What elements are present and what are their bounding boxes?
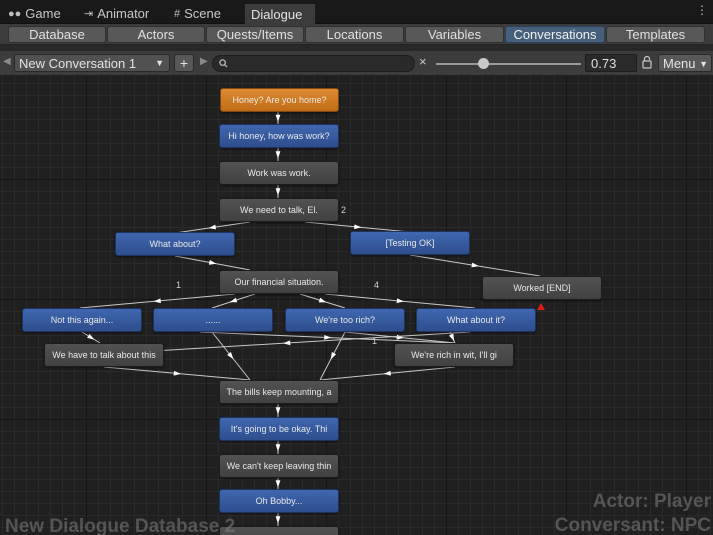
link-arrow-icon <box>87 333 95 340</box>
tab-label: Dialogue <box>251 6 303 22</box>
dialogue-node[interactable]: We need to talk, El. <box>219 198 339 222</box>
link-arrow-icon <box>275 188 281 196</box>
gamepad-icon: ●● <box>8 7 22 20</box>
conversation-select-value: New Conversation 1 <box>19 55 137 71</box>
toolbar-quests-button[interactable]: Quests/Items <box>206 26 304 43</box>
dialogue-node[interactable]: Our financial situation. <box>219 270 339 294</box>
chevron-down-icon: ▼ <box>155 58 164 68</box>
conversation-select[interactable]: New Conversation 1 ▼ <box>14 54 170 72</box>
chevron-down-icon: ▼ <box>699 59 708 69</box>
dialogue-node[interactable]: We have to talk about this <box>44 343 164 367</box>
link-arrow-icon <box>354 224 362 230</box>
link-arrow-icon <box>173 370 181 376</box>
link-arrow-icon <box>229 297 238 303</box>
grid-icon: # <box>174 7 181 20</box>
conversant-label: Conversant: NPC <box>554 515 711 535</box>
link-arrow-icon <box>275 407 281 415</box>
link-arrow-icon <box>275 444 281 452</box>
dialogue-node[interactable]: Hi honey, how was work? <box>219 124 339 148</box>
search-icon <box>219 59 228 68</box>
link-arrow-icon <box>153 298 161 304</box>
link-arrow-icon <box>396 298 404 304</box>
search-input[interactable] <box>212 55 415 72</box>
link-arrow-icon <box>208 260 217 265</box>
warning-icon <box>537 303 545 310</box>
database-name-label: New Dialogue Database 2 <box>5 516 236 535</box>
tab-label: Animator <box>97 6 150 21</box>
zoom-field[interactable]: 0.73 <box>585 54 637 72</box>
dialogue-node[interactable]: Honey? Are you home? <box>220 88 339 112</box>
dialogue-node[interactable]: It's going to be okay. Thi <box>219 417 339 441</box>
dialogue-node-partial[interactable] <box>219 526 339 535</box>
link-arrow-icon <box>275 516 281 524</box>
tab-dialogue[interactable]: Dialogue <box>244 3 316 24</box>
actor-label: Actor: Player <box>592 491 711 512</box>
add-conversation-button[interactable]: + <box>174 54 194 72</box>
dialogue-node[interactable]: Not this again... <box>22 308 142 332</box>
conversation-bar: ◀ New Conversation 1 ▼ + ▶ × 0.73 Menu ▼ <box>0 51 713 75</box>
link-count-label: 1 <box>372 336 378 346</box>
link-arrow-icon <box>283 340 291 346</box>
next-arrow-icon[interactable]: ▶ <box>200 56 208 67</box>
link-arrow-icon <box>330 352 337 360</box>
node-canvas[interactable]: Honey? Are you home? Hi honey, how was w… <box>0 75 713 535</box>
toolbar-locations-button[interactable]: Locations <box>305 26 404 43</box>
link-arrow-icon <box>396 334 404 340</box>
link-count-label: 4 <box>374 280 380 290</box>
dialogue-node[interactable]: What about it? <box>416 308 536 332</box>
link-arrow-icon <box>208 224 217 230</box>
dialogue-node[interactable]: We're rich in wit, I'll gi <box>394 343 514 367</box>
clear-search-button[interactable]: × <box>419 54 427 69</box>
lock-icon[interactable] <box>642 55 652 69</box>
tab-scene[interactable]: # Scene <box>168 3 227 24</box>
toolbar-templates-button[interactable]: Templates <box>606 26 705 43</box>
dialogue-node[interactable]: ...... <box>153 308 273 332</box>
tab-game[interactable]: ●● Game <box>2 3 67 24</box>
menu-button-label: Menu <box>663 55 696 71</box>
dialogue-node[interactable]: We can't keep leaving thin <box>219 454 339 478</box>
link-arrow-icon <box>318 297 327 303</box>
toolbar-actors-button[interactable]: Actors <box>107 26 205 43</box>
dialogue-node[interactable]: Oh Bobby... <box>219 489 339 513</box>
tab-label: Game <box>25 6 61 21</box>
zoom-slider[interactable] <box>436 63 581 65</box>
tab-animator[interactable]: ⇥ Animator <box>78 3 155 24</box>
link-arrow-icon <box>275 114 281 122</box>
link-count-label: 2 <box>341 205 347 215</box>
previous-arrow-icon[interactable]: ◀ <box>3 56 11 67</box>
toolbar-conversations-button[interactable]: Conversations <box>505 26 605 43</box>
database-toolbar: Database Actors Quests/Items Locations V… <box>0 24 713 45</box>
dialogue-node[interactable]: What about? <box>115 232 235 256</box>
node-links <box>79 112 541 526</box>
link-arrow-icon <box>448 333 455 342</box>
link-count-label: 1 <box>176 280 182 290</box>
link-arrow-icon <box>383 370 391 376</box>
dialogue-node[interactable]: [Testing OK] <box>350 231 470 255</box>
dialogue-node[interactable]: Work was work. <box>219 161 339 185</box>
tab-label: Scene <box>184 6 221 21</box>
dialogue-node[interactable]: We're too rich? <box>285 308 405 332</box>
dialogue-node[interactable]: The bills keep mounting, a <box>219 380 339 404</box>
animator-icon: ⇥ <box>84 8 94 20</box>
toolbar-variables-button[interactable]: Variables <box>405 26 504 43</box>
menu-button[interactable]: Menu ▼ <box>658 54 712 72</box>
dialogue-node[interactable]: Worked [END] <box>482 276 602 300</box>
tab-options-icon[interactable]: ⋮ <box>696 3 708 17</box>
toolbar-database-button[interactable]: Database <box>8 26 106 43</box>
zoom-slider-thumb[interactable] <box>478 58 490 69</box>
link-arrow-icon <box>275 151 281 159</box>
dialogue-editor-window: ●● Game ⇥ Animator # Scene Dialogue ⋮ Da… <box>0 0 713 535</box>
link-arrow-icon <box>471 262 479 268</box>
link-arrow-icon <box>324 334 332 340</box>
link-arrow-icon <box>275 480 281 488</box>
editor-tab-bar: ●● Game ⇥ Animator # Scene Dialogue ⋮ <box>0 0 713 24</box>
